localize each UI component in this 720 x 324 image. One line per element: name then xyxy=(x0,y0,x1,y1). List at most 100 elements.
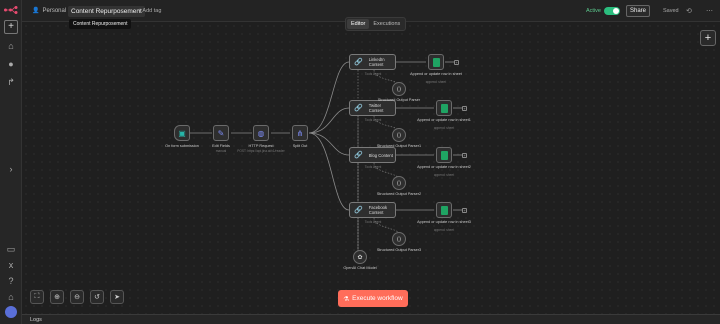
braces-icon: ⟨⟩ xyxy=(396,132,402,139)
reset-zoom-button[interactable]: ↺ xyxy=(90,290,104,304)
flask-icon: ⚗ xyxy=(343,295,350,303)
openai-model-node[interactable]: ✿ xyxy=(353,250,367,264)
linkedin-agent-label: LinkedIn Content xyxy=(368,57,385,67)
variables-icon[interactable]: x xyxy=(4,258,18,272)
logs-label: Logs xyxy=(30,317,42,323)
zoom-controls: ⛶ ⊕ ⊖ ↺ ➤ xyxy=(30,290,124,304)
braces-icon: ⟨⟩ xyxy=(396,180,402,187)
braces-icon: ⟨⟩ xyxy=(396,86,402,93)
n8n-logo[interactable] xyxy=(3,5,19,15)
active-label: Active xyxy=(586,8,601,14)
sheets-label-2: Append or update row in sheet1 xyxy=(417,118,471,122)
saved-status: Saved xyxy=(663,8,679,14)
add-tag-button[interactable]: + Add tag xyxy=(138,8,161,14)
templates-icon[interactable]: ▭ xyxy=(4,242,18,256)
add-node-button[interactable]: + xyxy=(462,153,467,158)
sheets-sub-2: append: sheet xyxy=(433,126,455,130)
globe-icon: ◍ xyxy=(257,128,265,138)
output-parser-label-4: Structured Output Parser3 xyxy=(376,248,422,252)
help-icon[interactable]: ? xyxy=(4,274,18,288)
linkedin-agent-node[interactable]: 🔗 LinkedIn Content xyxy=(349,54,396,70)
form-trigger-node[interactable]: ▣ xyxy=(174,125,190,141)
output-parser-label-1: Structured Output Parser xyxy=(377,98,421,102)
edit-fields-node[interactable]: ✎ xyxy=(213,125,229,141)
active-toggle[interactable] xyxy=(604,7,620,15)
split-out-node[interactable]: ⋔ xyxy=(292,125,308,141)
sheets-label-4: Append or update row in sheet3 xyxy=(417,220,471,224)
split-icon: ⋔ xyxy=(296,128,304,138)
zoom-in-button[interactable]: ⊕ xyxy=(50,290,64,304)
add-node-button[interactable]: + xyxy=(454,60,459,65)
create-button[interactable]: + xyxy=(4,20,18,34)
workflow-name-tooltip: Content Repurposement xyxy=(69,19,132,29)
google-sheets-icon xyxy=(432,57,440,67)
google-sheets-icon xyxy=(440,150,448,160)
person-icon: 👤 xyxy=(32,8,40,14)
workflow-canvas[interactable]: ▣ On form submission ✎ Edit Fields manua… xyxy=(22,22,720,314)
home-icon[interactable]: ⌂ xyxy=(4,39,18,53)
google-sheets-icon xyxy=(440,205,448,215)
history-icon[interactable]: ⟲ xyxy=(686,7,692,15)
braces-icon: ⟨⟩ xyxy=(396,236,402,243)
sheets-node-3[interactable] xyxy=(436,147,452,163)
add-node-button[interactable]: + xyxy=(462,208,467,213)
facebook-agent-sub: Tools Agent xyxy=(364,220,382,224)
blog-agent-node[interactable]: 🔗 Blog Content xyxy=(349,147,396,163)
sheets-label-1: Append or update row in sheet xyxy=(410,72,462,76)
zoom-out-button[interactable]: ⊖ xyxy=(70,290,84,304)
sheets-node-4[interactable] xyxy=(436,202,452,218)
twitter-agent-sub: Tools Agent xyxy=(364,118,382,122)
notifications-icon[interactable]: ⌂ xyxy=(4,290,18,304)
add-node-button[interactable]: + xyxy=(462,106,467,111)
sheets-sub-3: append: sheet xyxy=(433,173,455,177)
blog-agent-label: Blog Content xyxy=(368,152,393,158)
left-sidebar: + ⌂ ● ↱ › ▭ x ? ⌂ xyxy=(0,0,22,324)
sheets-node-1[interactable] xyxy=(428,54,444,70)
execute-workflow-label: Execute workflow xyxy=(352,295,403,302)
output-parser-node-4[interactable]: ⟨⟩ xyxy=(392,232,406,246)
execute-workflow-button[interactable]: ⚗ Execute workflow xyxy=(338,290,408,307)
sheets-label-3: Append or update row in sheet2 xyxy=(417,165,471,169)
facebook-agent-label: Facebook Content xyxy=(368,205,388,215)
share-icon[interactable]: ↱ xyxy=(4,75,18,89)
share-button[interactable]: Share xyxy=(626,5,650,17)
collapse-sidebar-icon[interactable]: › xyxy=(4,162,18,176)
output-parser-node-3[interactable]: ⟨⟩ xyxy=(392,176,406,190)
agent-icon: 🔗 xyxy=(354,207,363,214)
split-out-label: Split Out xyxy=(292,144,308,148)
logs-panel[interactable]: Logs xyxy=(22,314,720,324)
sheets-node-2[interactable] xyxy=(436,100,452,116)
sheets-sub-4: append: sheet xyxy=(433,228,455,232)
add-node-panel-button[interactable]: + xyxy=(700,30,716,46)
avatar[interactable] xyxy=(5,306,17,318)
workflow-name[interactable]: Content Repurposement xyxy=(68,6,145,17)
output-parser-node-2[interactable]: ⟨⟩ xyxy=(392,128,406,142)
output-parser-node-1[interactable]: ⟨⟩ xyxy=(392,82,406,96)
output-parser-label-2: Structured Output Parser1 xyxy=(376,144,422,148)
facebook-agent-node[interactable]: 🔗 Facebook Content xyxy=(349,202,396,218)
tab-editor[interactable]: Editor xyxy=(347,19,370,29)
project-name: Personal xyxy=(42,7,67,14)
openai-model-label: OpenAI Chat Model xyxy=(343,266,377,270)
twitter-agent-label: Twitter Content xyxy=(368,103,384,113)
agent-icon: 🔗 xyxy=(354,105,363,112)
view-tabs: Editor Executions xyxy=(345,17,407,31)
output-parser-label-3: Structured Output Parser2 xyxy=(376,192,422,196)
tab-executions[interactable]: Executions xyxy=(369,19,404,29)
agent-icon: 🔗 xyxy=(354,152,363,159)
http-request-node[interactable]: ◍ xyxy=(253,125,269,141)
fit-view-button[interactable]: ⛶ xyxy=(30,290,44,304)
http-request-sub: POST: https://api.jina.ai/v1/reader xyxy=(237,149,285,153)
form-icon: ▣ xyxy=(178,128,186,138)
pencil-icon: ✎ xyxy=(217,128,225,138)
linkedin-agent-sub: Tools Agent xyxy=(364,72,382,76)
openai-icon: ✿ xyxy=(357,254,363,261)
tidy-up-button[interactable]: ➤ xyxy=(110,290,124,304)
google-sheets-icon xyxy=(440,103,448,113)
sheets-sub-1: append: sheet xyxy=(425,80,447,84)
blog-agent-sub: Tools Agent xyxy=(364,165,382,169)
more-options-icon[interactable]: ⋯ xyxy=(706,7,713,15)
agent-icon: 🔗 xyxy=(354,59,363,66)
user-icon[interactable]: ● xyxy=(4,57,18,71)
breadcrumb[interactable]: 👤 Personal / xyxy=(32,7,71,15)
